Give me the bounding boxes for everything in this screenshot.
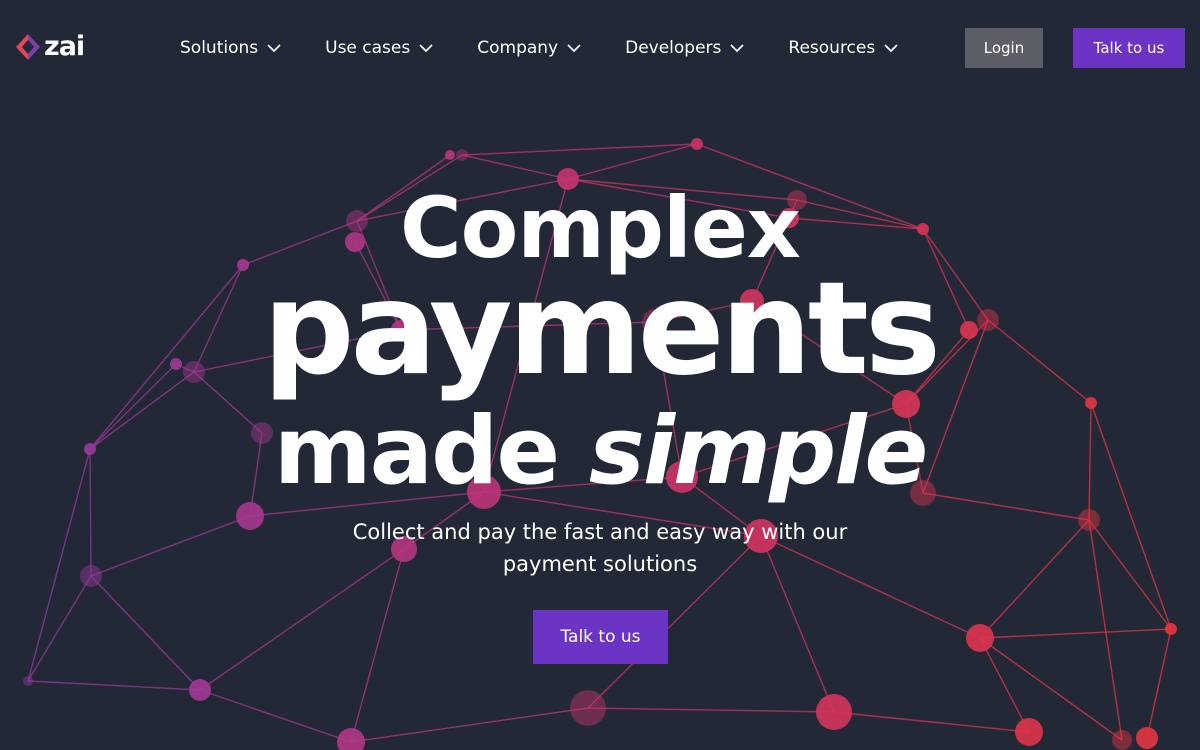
talk-to-us-hero-button[interactable]: Talk to us — [533, 610, 668, 664]
page: zai Solutions Use cases Company Develope… — [0, 0, 1200, 750]
hero-subtitle: Collect and pay the fast and easy way wi… — [352, 520, 848, 576]
hero-heading-line-3: made simple — [0, 402, 1200, 502]
hero-heading-line-2: payments — [262, 255, 941, 404]
hero-heading-plain: made — [273, 397, 589, 506]
hero-heading-italic: simple — [588, 397, 928, 506]
hero-section: Complex payments made simple Collect and… — [0, 0, 1200, 750]
